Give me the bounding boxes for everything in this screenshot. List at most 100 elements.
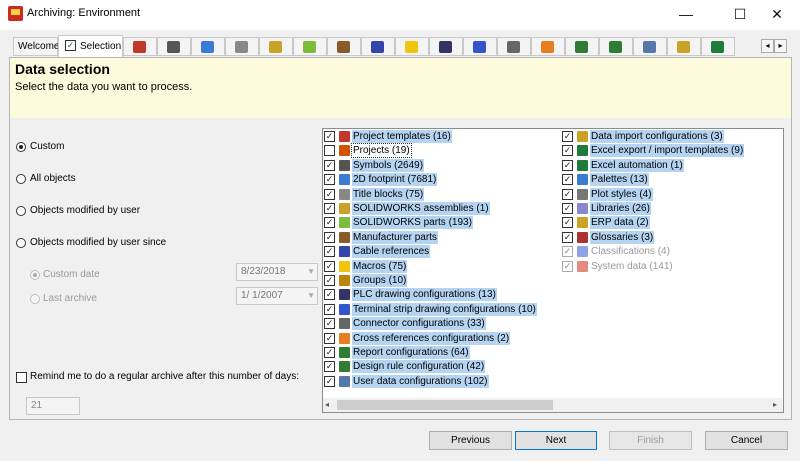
list-item[interactable]: ✓ Connector configurations (33) — [324, 317, 544, 331]
custom-date-picker[interactable]: 8/23/2018 ▼ — [236, 263, 318, 281]
list-item[interactable]: ✓ Symbols (2649) — [324, 158, 544, 172]
list-item[interactable]: ✓ Groups (10) — [324, 274, 544, 287]
item-checkbox[interactable]: ✓ — [562, 159, 573, 171]
tab-7[interactable] — [293, 37, 327, 56]
item-checkbox[interactable]: ✓ — [562, 174, 573, 186]
scroll-left-arrow[interactable]: ◂ — [325, 400, 329, 409]
item-checkbox[interactable]: ✓ — [562, 246, 573, 258]
scrollbar-thumb[interactable] — [337, 400, 553, 410]
cancel-button[interactable]: Cancel — [705, 431, 788, 450]
scroll-right-arrow[interactable]: ▸ — [773, 400, 777, 409]
item-checkbox[interactable]: ✓ — [324, 275, 335, 286]
radio-modified-by-user[interactable]: Objects modified by user — [16, 205, 216, 219]
previous-button[interactable]: Previous — [429, 431, 512, 450]
list-item[interactable]: ✓ User data configurations (102) — [324, 374, 544, 388]
list-item[interactable]: ✓ Glossaries (3) — [562, 230, 782, 244]
list-item[interactable]: ✓ Classifications (4) — [562, 245, 782, 258]
remind-days-input[interactable]: 21 — [26, 397, 80, 415]
list-item[interactable]: Projects (19) — [324, 143, 544, 159]
item-checkbox[interactable]: ✓ — [324, 231, 335, 243]
radio-modified-since[interactable]: Objects modified by user since — [16, 237, 216, 251]
last-archive-date-picker[interactable]: 1/ 1/2007 ▼ — [236, 287, 318, 305]
radio-custom-date-circle[interactable] — [30, 270, 40, 280]
list-item[interactable]: ✓ Excel automation (1) — [562, 158, 782, 172]
list-item[interactable]: ✓ Title blocks (75) — [324, 187, 544, 201]
tab-17[interactable] — [633, 37, 667, 56]
item-checkbox[interactable]: ✓ — [324, 375, 335, 387]
item-checkbox[interactable]: ✓ — [562, 203, 573, 214]
tab-9[interactable] — [361, 37, 395, 56]
radio-modified-since-circle[interactable] — [16, 238, 26, 248]
list-item[interactable]: ✓ Data import configurations (3) — [562, 130, 782, 143]
item-checkbox[interactable]: ✓ — [324, 289, 335, 301]
list-item[interactable]: ✓ Plot styles (4) — [562, 187, 782, 201]
item-checkbox[interactable]: ✓ — [562, 260, 573, 272]
list-item[interactable]: ✓ SOLIDWORKS parts (193) — [324, 216, 544, 230]
item-checkbox[interactable]: ✓ — [324, 318, 335, 330]
item-checkbox[interactable]: ✓ — [562, 145, 573, 157]
tab-15[interactable] — [565, 37, 599, 56]
tab-scroll-right-button[interactable]: ▸ — [774, 39, 787, 53]
radio-custom-date[interactable]: Custom date — [30, 269, 180, 283]
list-item[interactable]: ✓ Libraries (26) — [562, 202, 782, 215]
list-item[interactable]: ✓ Excel export / import templates (9) — [562, 144, 782, 158]
item-checkbox[interactable]: ✓ — [324, 347, 335, 358]
item-checkbox[interactable]: ✓ — [324, 174, 335, 186]
radio-custom[interactable]: Custom — [16, 141, 216, 155]
list-item[interactable]: ✓ Cable references — [324, 245, 544, 259]
tab-13[interactable] — [497, 37, 531, 56]
next-button[interactable]: Next — [515, 431, 597, 450]
tab-12[interactable] — [463, 37, 497, 56]
radio-all-objects-circle[interactable] — [16, 174, 26, 184]
list-item[interactable]: ✓ Macros (75) — [324, 259, 544, 273]
item-checkbox[interactable]: ✓ — [562, 188, 573, 200]
list-item[interactable]: ✓ 2D footprint (7681) — [324, 173, 544, 187]
radio-last-archive[interactable]: Last archive — [30, 293, 180, 307]
minimize-button[interactable]: — — [663, 0, 709, 30]
item-checkbox[interactable]: ✓ — [324, 332, 335, 344]
remind-checkbox-row[interactable]: Remind me to do a regular archive after … — [16, 371, 306, 385]
item-checkbox[interactable]: ✓ — [324, 131, 335, 142]
tab-11[interactable] — [429, 37, 463, 56]
finish-button[interactable]: Finish — [609, 431, 692, 450]
item-checkbox[interactable]: ✓ — [324, 246, 335, 258]
item-checkbox[interactable]: ✓ — [562, 231, 573, 243]
tab-6[interactable] — [259, 37, 293, 56]
tab-5[interactable] — [225, 37, 259, 56]
list-item[interactable]: ✓ ERP data (2) — [562, 216, 782, 230]
list-item[interactable]: ✓ Manufacturer parts — [324, 230, 544, 244]
item-checkbox[interactable]: ✓ — [562, 131, 573, 142]
list-item[interactable]: ✓ Design rule configuration (42) — [324, 360, 544, 374]
item-checkbox[interactable]: ✓ — [324, 303, 335, 315]
item-checkbox[interactable]: ✓ — [324, 203, 335, 214]
tab-10[interactable] — [395, 37, 429, 56]
item-checkbox[interactable]: ✓ — [562, 217, 573, 229]
tab-scroll-left-button[interactable]: ◂ — [761, 39, 774, 53]
list-item[interactable]: ✓ Cross references configurations (2) — [324, 331, 544, 345]
item-checkbox[interactable]: ✓ — [324, 361, 335, 373]
tab-18[interactable] — [667, 37, 701, 56]
close-button[interactable]: ✕ — [754, 0, 800, 30]
tab-0[interactable]: Welcome — [13, 37, 60, 56]
item-checkbox[interactable]: ✓ — [324, 217, 335, 229]
item-checkbox[interactable]: ✓ — [324, 159, 335, 171]
list-item[interactable]: ✓ Project templates (16) — [324, 130, 544, 143]
list-item[interactable]: ✓ Terminal strip drawing configurations (… — [324, 302, 544, 316]
tab-16[interactable] — [599, 37, 633, 56]
radio-all-objects[interactable]: All objects — [16, 173, 216, 187]
tab-1[interactable]: ✓ Selection — [58, 35, 123, 57]
item-checkbox[interactable]: ✓ — [324, 260, 335, 272]
radio-last-archive-circle[interactable] — [30, 294, 40, 304]
tab-19[interactable] — [701, 37, 735, 56]
list-item[interactable]: ✓ System data (141) — [562, 260, 782, 273]
remind-checkbox[interactable] — [16, 372, 27, 383]
item-checkbox[interactable] — [324, 145, 335, 157]
tab-4[interactable] — [191, 37, 225, 56]
tab-8[interactable] — [327, 37, 361, 56]
tab-2[interactable] — [123, 37, 157, 56]
list-item[interactable]: ✓ PLC drawing configurations (13) — [324, 288, 544, 302]
list-item[interactable]: ✓ Report configurations (64) — [324, 346, 544, 359]
tab-3[interactable] — [157, 37, 191, 56]
list-item[interactable]: ✓ Palettes (13) — [562, 173, 782, 187]
list-item[interactable]: ✓ SOLIDWORKS assemblies (1) — [324, 202, 544, 215]
